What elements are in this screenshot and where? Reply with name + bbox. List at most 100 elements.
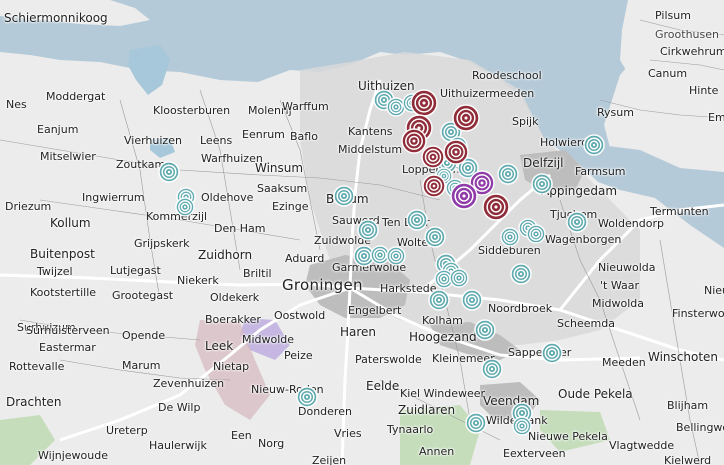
place-label: Kloosterburen [153, 104, 231, 117]
place-label: Opende [122, 329, 166, 342]
place-label: Eelde [366, 379, 400, 393]
place-label: Pilsum [655, 9, 691, 22]
place-label: Rottevalle [9, 360, 65, 373]
lauwersmeer [128, 45, 170, 95]
place-label: Zevenhuizen [153, 377, 225, 390]
seismic-marker-teal[interactable] [448, 267, 470, 289]
place-label: Engelbert [348, 304, 402, 317]
place-label: 't Waar [600, 279, 640, 292]
seismic-marker-teal[interactable] [496, 162, 520, 186]
place-label: Eastermar [39, 341, 96, 354]
seismic-marker-teal[interactable] [332, 184, 356, 208]
map-view[interactable]: Schiermonnikoog Pilsum Groothusen Cirkwehru… [0, 0, 724, 465]
place-label: Farmsum [575, 165, 626, 178]
seismic-marker-red[interactable] [442, 138, 470, 166]
seismic-marker-teal[interactable] [540, 341, 564, 365]
place-label: Middelstum [338, 143, 403, 156]
seismic-marker-red[interactable] [420, 144, 446, 170]
place-label: Nieuwolda [598, 261, 656, 274]
place-label: Groothusen [655, 28, 719, 41]
place-label: Roodeschool [472, 69, 542, 82]
place-label: Oostwold [274, 309, 326, 322]
place-label: Noordbroek [488, 302, 553, 315]
place-label: Winschoten [648, 350, 719, 364]
place-label: Buitenpost [30, 247, 95, 261]
place-label: Nes [6, 98, 27, 111]
seismic-marker-teal[interactable] [427, 288, 451, 312]
seismic-marker-purple[interactable] [449, 181, 479, 211]
place-label: Baflo [290, 130, 318, 143]
seismic-marker-teal[interactable] [157, 160, 181, 184]
place-label: Woldendorp [598, 217, 664, 230]
place-label: Tynaarlo [387, 423, 434, 436]
place-label: Zuidhorn [198, 248, 253, 262]
place-label: Blijham [667, 399, 709, 412]
seismic-marker-teal[interactable] [385, 245, 407, 267]
place-label: Surhuisterveen [26, 324, 110, 337]
place-label: Scheemda [557, 317, 615, 330]
place-label: Haren [340, 325, 377, 339]
place-label: Warffum [282, 100, 329, 113]
seismic-marker-teal[interactable] [509, 262, 533, 286]
place-label: Niekerk [177, 274, 219, 287]
place-label: Vlagtwedde [609, 439, 675, 452]
place-label: Norg [258, 437, 285, 450]
place-label: Grijpskerk [134, 237, 190, 250]
place-label: Oldekerk [210, 291, 260, 304]
seismic-marker-teal[interactable] [530, 172, 554, 196]
place-label: Oude Pekela [558, 387, 633, 401]
seismic-marker-teal[interactable] [525, 223, 547, 245]
seismic-marker-teal[interactable] [473, 318, 497, 342]
seismic-marker-teal[interactable] [174, 196, 196, 218]
place-label: Midwolde [242, 333, 295, 346]
place-label: Twijzel [37, 265, 73, 278]
seismic-marker-red[interactable] [451, 103, 481, 133]
place-label: Leek [205, 339, 234, 353]
place-label: Lutjegast [110, 264, 161, 277]
place-label: Moddergat [46, 90, 106, 103]
place-label: Paterswolde [355, 353, 422, 366]
place-label: Vierhuizen [124, 134, 182, 147]
seismic-marker-teal[interactable] [582, 133, 606, 157]
place-label: Den Ham [214, 222, 266, 235]
place-label: Winsum [255, 161, 304, 175]
place-label: Mitselwier [40, 150, 96, 163]
seismic-marker-red[interactable] [421, 173, 447, 199]
place-label: Nieuw [704, 284, 724, 297]
place-label: Drachten [6, 395, 62, 409]
place-label: Ezinge [272, 200, 309, 213]
place-label: Nieuwe Pekela [528, 430, 608, 443]
place-label: Eexterveen [503, 447, 566, 460]
place-label: Zeijen [312, 454, 347, 465]
seismic-marker-teal[interactable] [295, 385, 319, 409]
place-label: Kolham [422, 314, 463, 327]
place-label: Emd [708, 111, 724, 124]
place-label: Leens [200, 134, 233, 147]
place-label: Uithuizermeeden [440, 87, 535, 100]
place-label: Een [231, 429, 252, 442]
seismic-marker-teal[interactable] [460, 288, 484, 312]
place-label: Kootstertille [30, 286, 97, 299]
place-label: Peize [284, 349, 313, 362]
place-label: Hoogezand [409, 330, 477, 344]
place-label: Kielwerd [664, 454, 712, 465]
place-label: Vries [334, 427, 362, 440]
seismic-marker-teal[interactable] [464, 411, 488, 435]
place-label: De Wilp [158, 401, 201, 414]
place-label: Annen [419, 445, 455, 458]
seismic-marker-teal[interactable] [565, 210, 589, 234]
seismic-marker-teal[interactable] [356, 218, 380, 242]
place-label: Cirkwehrum [660, 45, 724, 58]
seismic-marker-teal[interactable] [511, 415, 533, 437]
place-label: Spijk [512, 115, 539, 128]
place-label: Warfhuizen [201, 152, 263, 165]
seismic-marker-teal[interactable] [480, 357, 504, 381]
place-label: Driezum [5, 200, 52, 213]
place-label: Eenrum [242, 128, 285, 141]
place-label: Aduard [285, 252, 325, 265]
place-label: Hinte [689, 84, 719, 97]
place-label: Haulerwijk [149, 439, 207, 452]
place-label: Saaksum [257, 182, 308, 195]
place-label: Grootegast [112, 289, 174, 302]
seismic-marker-teal[interactable] [423, 225, 447, 249]
